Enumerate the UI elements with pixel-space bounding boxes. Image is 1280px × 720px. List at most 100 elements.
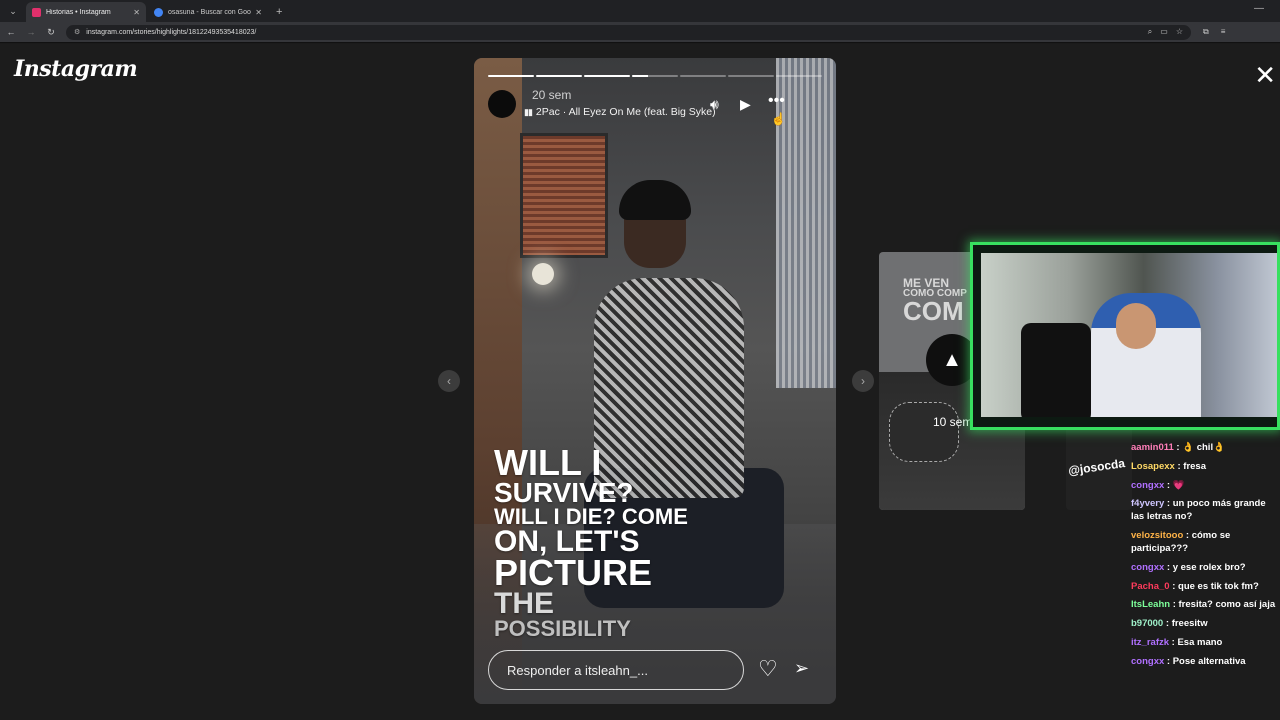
progress-segment <box>584 75 630 77</box>
chat-separator: : <box>1164 479 1173 491</box>
chat-message: congxx : y ese rolex bro? <box>1131 562 1280 575</box>
story-image-hair <box>619 180 691 220</box>
preview-line: COM <box>903 295 964 326</box>
url-field[interactable]: ⚙ instagram.com/stories/highlights/18122… <box>66 24 1191 40</box>
zoom-icon[interactable]: ⌕ <box>1148 27 1152 37</box>
chat-message: b97000 : freesitw <box>1131 618 1280 631</box>
extensions-icon[interactable]: ⧉ <box>1203 27 1209 37</box>
progress-fill <box>584 75 630 77</box>
new-tab-button[interactable]: + <box>276 6 282 18</box>
chat-separator: : <box>1164 561 1173 573</box>
close-story-icon[interactable]: ✕ <box>1254 62 1276 88</box>
story-viewer[interactable]: 20 sem ▮▮ 2Pac · All Eyez On Me (feat. B… <box>474 58 836 704</box>
chat-username: Pacha_0 <box>1131 580 1170 592</box>
chat-username: f4yvery <box>1131 498 1165 510</box>
chat-username: velozsitooo <box>1131 530 1184 542</box>
back-button[interactable]: ← <box>2 27 20 37</box>
next-story-arrow-icon[interactable]: › <box>852 370 874 392</box>
chat-separator: : <box>1174 460 1184 472</box>
preview-bandana <box>889 402 959 462</box>
google-favicon-icon <box>154 7 163 17</box>
progress-segment <box>776 75 822 77</box>
chat-text: Pose alternativa <box>1172 655 1246 667</box>
chat-message: congxx : Pose alternativa <box>1131 656 1280 669</box>
story-lyrics-text: WILL I SURVIVE? WILL I DIE? COME ON, LET'S P… <box>494 442 688 640</box>
instagram-stories-page: Instagram ✕ ‹ › 20 sem ▮▮ 2Pac · All Eye… <box>0 44 1280 720</box>
close-tab-icon[interactable]: ✕ <box>255 8 262 17</box>
preview-text: ME VEN COMO COMP COM <box>903 277 967 326</box>
browser-tab-bar: ⌄ Historias • Instagram ✕ osasuna - Busc… <box>0 0 1280 22</box>
mouse-cursor-icon: ☝ <box>771 112 786 126</box>
tab-google[interactable]: osasuna - Buscar con Google ✕ <box>148 2 268 22</box>
chat-separator: : <box>1170 599 1179 611</box>
instagram-favicon-icon <box>32 7 41 17</box>
like-heart-icon[interactable]: ♡ <box>758 656 778 682</box>
chat-separator: : <box>1169 580 1179 592</box>
chat-text: y ese rolex bro? <box>1172 561 1246 573</box>
chat-text: freesitw <box>1171 618 1208 630</box>
chat-username: itz_rafzk <box>1131 636 1170 648</box>
chat-message: aamin011 : 👌 chil👌 <box>1131 442 1280 455</box>
progress-fill <box>488 75 534 77</box>
progress-segment <box>632 75 678 77</box>
chat-username: congxx <box>1131 561 1165 573</box>
music-bars-icon: ▮▮ <box>524 106 533 117</box>
story-image-window-blind <box>520 133 608 258</box>
previous-story-arrow-icon[interactable]: ‹ <box>438 370 460 392</box>
chat-text: fresita? como así jaja <box>1178 599 1276 611</box>
volume-icon[interactable]: 🔊︎ <box>710 96 719 113</box>
chat-message: f4yvery : un poco más grande las letras … <box>1131 498 1280 524</box>
tab-title: osasuna - Buscar con Google <box>168 8 252 16</box>
chat-text: Esa mano <box>1177 636 1223 648</box>
url-text: instagram.com/stories/highlights/1812249… <box>86 28 257 36</box>
webcam-face <box>1116 303 1156 349</box>
lyric-line: WILL I <box>494 442 602 483</box>
progress-segment <box>728 75 774 77</box>
tab-search-button[interactable]: ⌄ <box>4 2 22 20</box>
site-info-icon[interactable]: ⚙ <box>74 28 80 36</box>
story-progress-bar <box>488 75 822 77</box>
webcam-chair <box>1021 323 1091 417</box>
profile-menu-icon[interactable]: ≡ <box>1221 27 1226 37</box>
avatar[interactable] <box>488 90 516 118</box>
instagram-logo[interactable]: Instagram <box>14 56 138 82</box>
story-music-label[interactable]: ▮▮ 2Pac · All Eyez On Me (feat. Big Syke… <box>524 106 716 118</box>
play-icon[interactable]: ▶ <box>740 96 751 113</box>
more-options-icon[interactable]: ••• <box>768 92 785 110</box>
lyric-line: PICTURE <box>494 552 653 594</box>
chat-text: fresa <box>1183 460 1206 472</box>
chat-message: congxx : 💗 <box>1131 480 1280 493</box>
following-story-preview[interactable]: @josocda <box>1066 424 1132 510</box>
chat-message: velozsitooo : cómo se participa??? <box>1131 530 1280 556</box>
forward-button[interactable]: → <box>22 27 40 37</box>
send-paper-plane-icon[interactable]: ➢ <box>794 658 809 679</box>
chat-username: Losapexx <box>1131 460 1175 472</box>
chat-message: Losapexx : fresa <box>1131 461 1280 474</box>
reload-button[interactable]: ↻ <box>42 27 60 38</box>
tab-instagram[interactable]: Historias • Instagram ✕ <box>26 2 146 22</box>
address-bar-row: ← → ↻ ⚙ instagram.com/stories/highlights… <box>0 22 1280 43</box>
chat-separator: : <box>1164 655 1173 667</box>
minimize-icon[interactable]: — <box>1254 3 1264 14</box>
close-tab-icon[interactable]: ✕ <box>133 8 140 17</box>
reply-input[interactable] <box>488 650 744 690</box>
progress-fill <box>632 75 649 77</box>
chat-username: b97000 <box>1131 618 1164 630</box>
chat-message: itz_rafzk : Esa mano <box>1131 637 1280 650</box>
preview-handle: @josocda <box>1067 456 1126 478</box>
lyric-line: SURVIVE? <box>494 477 634 509</box>
install-app-icon[interactable]: ▭ <box>1160 27 1168 37</box>
chat-username: ItsLeahn <box>1131 599 1171 611</box>
chat-text: 💗 <box>1172 479 1185 491</box>
chat-separator: : <box>1163 618 1172 630</box>
story-image-lamp <box>532 263 554 285</box>
chat-message: Pacha_0 : que es tik tok fm? <box>1131 581 1280 594</box>
chat-text: 👌 chil👌 <box>1182 442 1225 453</box>
lyric-line: THE <box>494 587 554 621</box>
webcam-video <box>981 253 1277 417</box>
story-reply-bar: ♡ ➢ <box>488 650 822 690</box>
preview-timestamp: 10 sem <box>933 415 973 429</box>
bookmark-star-icon[interactable]: ☆ <box>1176 27 1183 37</box>
story-timestamp: 20 sem <box>532 88 572 102</box>
chat-separator: : <box>1183 530 1192 542</box>
